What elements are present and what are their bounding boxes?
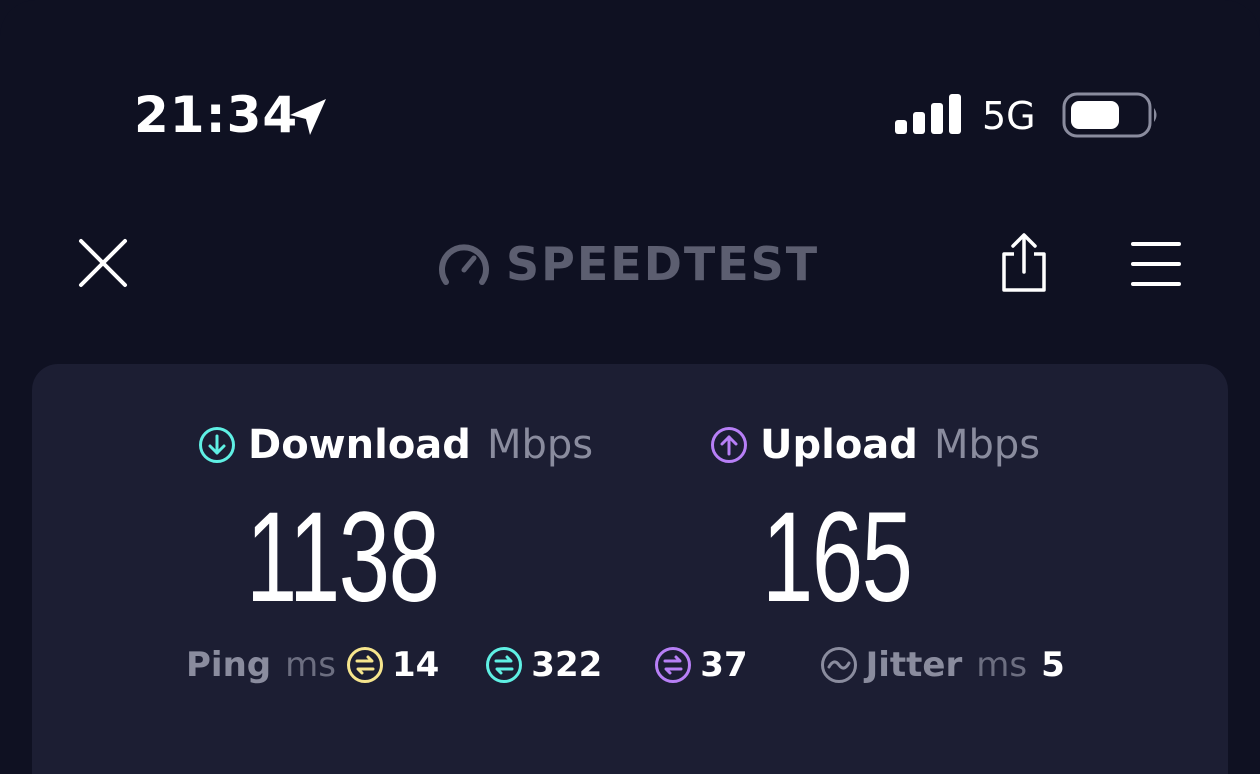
ping-unit: ms — [285, 645, 336, 685]
ping-idle-icon — [346, 647, 383, 683]
ping-idle: 14 — [346, 645, 439, 685]
cellular-signal-icon — [895, 94, 961, 134]
location-arrow-icon — [290, 99, 326, 135]
ping-download-value: 322 — [531, 645, 603, 685]
download-unit: Mbps — [486, 422, 594, 468]
speedtest-logo: SPEEDTEST — [436, 236, 819, 292]
ping-row: Ping ms 14 322 37 Jitter ms 5 — [186, 640, 1065, 690]
jitter-unit: ms — [976, 645, 1028, 685]
upload-header: Upload Mbps — [710, 422, 1040, 468]
share-button[interactable] — [998, 232, 1050, 294]
speedometer-icon — [439, 244, 489, 285]
upload-label: Upload — [760, 422, 918, 468]
battery-icon — [1062, 92, 1157, 138]
upload-unit: Mbps — [933, 422, 1041, 468]
jitter: Jitter ms 5 — [820, 645, 1065, 685]
ping-download-icon — [486, 647, 523, 683]
app-screen: 21:34 5G SPEEDTEST Download Mbps Upload … — [0, 0, 1260, 774]
ping-upload: 37 — [654, 645, 748, 685]
download-arrow-icon — [199, 427, 235, 463]
upload-arrow-icon — [711, 427, 747, 463]
ping-label: Ping — [186, 645, 272, 685]
ping-download: 322 — [485, 645, 602, 685]
jitter-wave-icon — [820, 647, 857, 683]
jitter-label: Jitter — [865, 645, 963, 685]
jitter-value: 5 — [1041, 645, 1065, 685]
ping-upload-value: 37 — [700, 645, 748, 685]
upload-speed-value: 165 — [762, 486, 913, 629]
download-header: Download Mbps — [198, 422, 593, 468]
close-button[interactable] — [78, 238, 128, 288]
ping-upload-icon — [655, 647, 692, 683]
ping-idle-value: 14 — [391, 645, 440, 685]
download-speed-value: 1138 — [246, 486, 440, 629]
network-type: 5G — [982, 94, 1036, 138]
download-label: Download — [248, 422, 471, 468]
menu-button[interactable] — [1130, 238, 1182, 290]
status-time: 21:34 — [134, 86, 299, 144]
results-card: Download Mbps Upload Mbps 1138 165 Ping … — [32, 364, 1228, 774]
brand-text: SPEEDTEST — [506, 237, 820, 291]
